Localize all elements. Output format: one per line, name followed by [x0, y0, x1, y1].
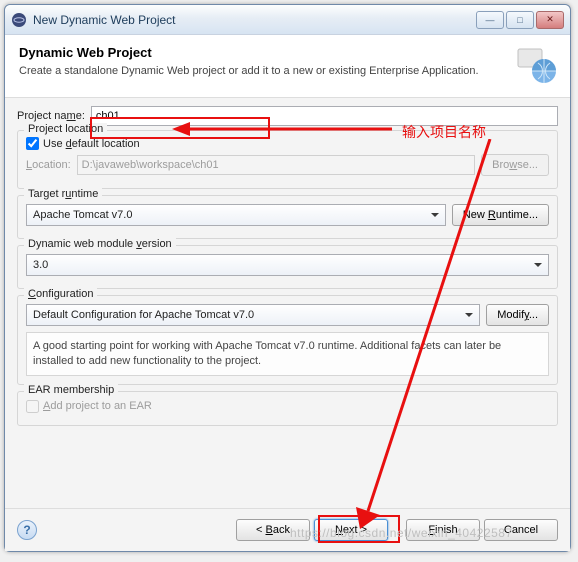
ear-membership-group: EAR membership Add project to an EAR [17, 391, 558, 426]
maximize-button[interactable]: □ [506, 11, 534, 29]
back-button[interactable]: < Back [236, 519, 310, 541]
configuration-select[interactable]: Default Configuration for Apache Tomcat … [26, 304, 480, 326]
finish-button[interactable]: Finish [406, 519, 480, 541]
configuration-group: Configuration Default Configuration for … [17, 295, 558, 385]
page-title: Dynamic Web Project [19, 45, 508, 60]
use-default-row: Use default location [26, 137, 549, 150]
location-label: Location: [26, 159, 71, 171]
new-runtime-button[interactable]: New Runtime... [452, 204, 549, 226]
target-runtime-group: Target runtime Apache Tomcat v7.0 New Ru… [17, 195, 558, 239]
window-title: New Dynamic Web Project [33, 13, 476, 27]
location-input [77, 155, 475, 175]
configuration-description: A good starting point for working with A… [26, 332, 549, 376]
project-name-input[interactable] [91, 106, 558, 126]
titlebar: New Dynamic Web Project — □ ✕ [5, 5, 570, 35]
page-description: Create a standalone Dynamic Web project … [19, 64, 508, 79]
module-version-title: Dynamic web module version [24, 238, 176, 250]
browse-button: Browse... [481, 154, 549, 176]
module-version-group: Dynamic web module version 3.0 [17, 245, 558, 289]
location-row: Location: Browse... [26, 154, 549, 176]
window-buttons: — □ ✕ [476, 11, 564, 29]
eclipse-icon [11, 12, 27, 28]
project-location-group: Project location Use default location Lo… [17, 130, 558, 189]
add-to-ear-label: Add project to an EAR [43, 400, 152, 412]
module-version-select[interactable]: 3.0 [26, 254, 549, 276]
globe-icon [516, 45, 558, 87]
add-to-ear-row: Add project to an EAR [26, 400, 549, 413]
use-default-label: Use default location [43, 138, 140, 150]
target-runtime-title: Target runtime [24, 188, 102, 200]
cancel-button[interactable]: Cancel [484, 519, 558, 541]
dialog-body: Project name: Project location Use defau… [5, 97, 570, 508]
dialog-window: New Dynamic Web Project — □ ✕ Dynamic We… [4, 4, 571, 552]
target-runtime-select[interactable]: Apache Tomcat v7.0 [26, 204, 446, 226]
ear-membership-title: EAR membership [24, 384, 118, 396]
add-to-ear-checkbox [26, 400, 39, 413]
minimize-button[interactable]: — [476, 11, 504, 29]
wizard-header: Dynamic Web Project Create a standalone … [5, 35, 570, 97]
next-button[interactable]: Next > [314, 519, 388, 541]
use-default-checkbox[interactable] [26, 137, 39, 150]
configuration-title: Configuration [24, 288, 97, 300]
help-icon[interactable]: ? [17, 520, 37, 540]
project-location-title: Project location [24, 123, 107, 135]
project-name-label: Project name: [17, 110, 85, 122]
wizard-footer: ? < Back Next > Finish Cancel [5, 508, 570, 551]
modify-button[interactable]: Modify... [486, 304, 549, 326]
close-button[interactable]: ✕ [536, 11, 564, 29]
